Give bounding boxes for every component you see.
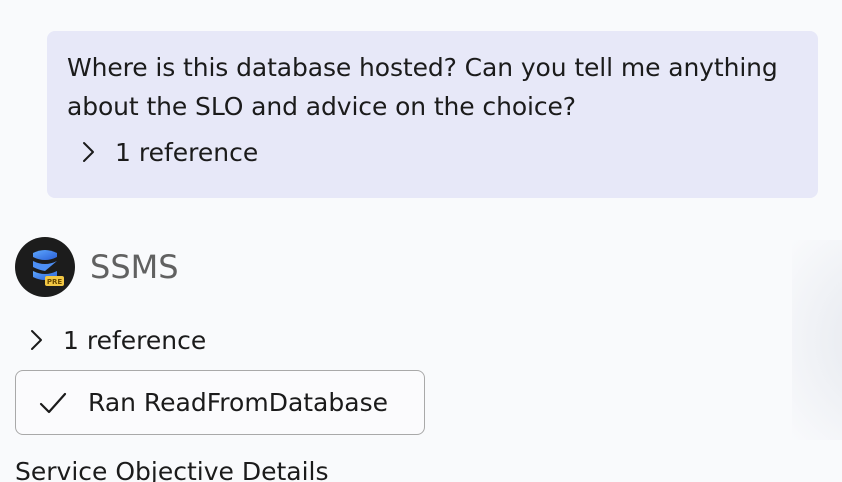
- user-message-reference-toggle[interactable]: 1 reference: [79, 132, 798, 172]
- user-message-bubble: Where is this database hosted? Can you t…: [47, 31, 818, 198]
- avatar-badge: PRE: [47, 278, 63, 286]
- user-message-text: Where is this database hosted? Can you t…: [67, 53, 778, 121]
- ssms-logo-icon: PRE: [15, 237, 75, 297]
- tool-call-chip[interactable]: Ran ReadFromDatabase: [15, 370, 425, 435]
- chevron-right-icon: [27, 328, 47, 352]
- checkmark-icon: [38, 388, 68, 418]
- tool-call-label: Ran ReadFromDatabase: [88, 388, 388, 417]
- chevron-right-icon: [79, 140, 99, 164]
- assistant-name: SSMS: [90, 248, 179, 286]
- chat-pane: Where is this database hosted? Can you t…: [0, 0, 842, 482]
- assistant-header: PRE SSMS: [15, 237, 179, 297]
- user-message-reference-label: 1 reference: [115, 137, 259, 167]
- assistant-reference-toggle[interactable]: 1 reference: [27, 320, 206, 360]
- section-heading: Service Objective Details: [15, 457, 329, 482]
- assistant-reference-label: 1 reference: [63, 325, 207, 355]
- scroll-glow: [792, 240, 842, 440]
